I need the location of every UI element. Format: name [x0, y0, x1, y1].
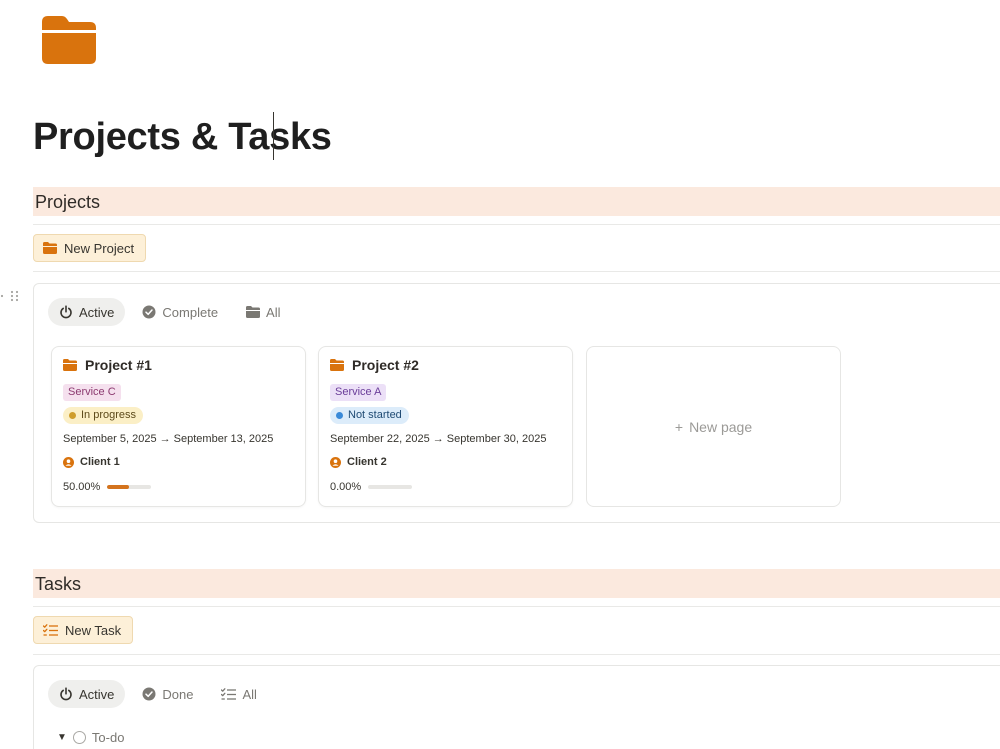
client-icon	[63, 456, 74, 468]
progress-label: 50.00%	[63, 481, 101, 493]
status-circle-icon	[72, 731, 86, 744]
tab-active[interactable]: Active	[48, 298, 126, 326]
card-title: Project #2	[330, 357, 419, 373]
checklist-icon	[221, 687, 237, 700]
service-tag: Service A	[330, 384, 387, 401]
client-relation: Client 1	[63, 456, 120, 468]
new-page-card[interactable]: + New page	[586, 346, 841, 507]
tab-label: All	[266, 304, 281, 320]
check-circle-icon	[142, 687, 156, 701]
power-icon	[60, 305, 72, 319]
drag-handle-icon[interactable]	[0, 288, 22, 304]
divider	[33, 606, 1000, 607]
tab-done[interactable]: Done	[131, 680, 204, 708]
client-name: Client 1	[80, 456, 120, 468]
tab-complete[interactable]: Complete	[131, 298, 229, 326]
status-badge: Not started	[330, 407, 409, 424]
card-title: Project #1	[63, 357, 152, 373]
progress: 50.00%	[63, 481, 152, 493]
page-title[interactable]: Projects & Tasks	[33, 116, 332, 159]
client-icon	[330, 456, 341, 468]
card-title-text: Project #1	[85, 357, 152, 373]
project-card[interactable]: Project #1 Service C In progress Septemb…	[51, 346, 306, 507]
tab-label: All	[242, 686, 257, 702]
new-project-label: New Project	[64, 240, 135, 256]
plus-icon: +	[674, 418, 684, 435]
projects-database: Active Complete All Project #1 Service C…	[33, 283, 1000, 523]
project-card[interactable]: Project #2 Service A Not started Septemb…	[318, 346, 573, 507]
folder-icon	[63, 359, 77, 371]
tab-active[interactable]: Active	[48, 680, 126, 708]
date-range: September 22, 2025 → September 30, 2025	[330, 433, 547, 445]
projects-heading: Projects	[35, 192, 101, 212]
client-relation: Client 2	[330, 456, 387, 468]
text-cursor	[273, 112, 274, 160]
tasks-section-header[interactable]: Tasks	[33, 569, 1000, 598]
power-icon	[60, 687, 72, 701]
tab-label: Done	[162, 686, 194, 702]
progress: 0.00%	[330, 481, 413, 493]
projects-section-header[interactable]: Projects	[33, 187, 1000, 216]
progress-bar-fill	[107, 485, 130, 489]
progress-bar	[368, 485, 413, 489]
tab-all[interactable]: All	[210, 680, 267, 708]
tab-label: Active	[79, 686, 115, 702]
status-text: In progress	[81, 409, 137, 421]
new-page-label: New page	[689, 418, 753, 435]
status-badge: In progress	[63, 407, 144, 424]
status-text: Not started	[348, 409, 402, 421]
tasks-heading: Tasks	[35, 574, 82, 594]
toggle-triangle-icon[interactable]: ▼	[57, 732, 67, 743]
card-title-text: Project #2	[352, 357, 419, 373]
service-tag: Service C	[63, 384, 121, 401]
checklist-icon	[43, 623, 58, 636]
group-label: To-do	[91, 730, 125, 745]
status-dot	[69, 412, 76, 419]
divider	[33, 654, 1000, 655]
tasks-database: Active Done All ▼ To-do	[33, 665, 1000, 749]
divider	[33, 271, 1000, 272]
new-task-label: New Task	[65, 622, 122, 638]
client-name: Client 2	[347, 456, 387, 468]
folder-icon	[43, 242, 57, 254]
new-project-button[interactable]: New Project	[33, 234, 147, 262]
tasks-view-tabs: Active Done All	[48, 680, 268, 708]
tab-all[interactable]: All	[235, 298, 291, 326]
tab-label: Complete	[162, 304, 219, 320]
folder-icon	[330, 359, 344, 371]
group-todo[interactable]: ▼ To-do	[57, 730, 124, 745]
tab-label: Active	[79, 304, 115, 320]
folder-icon	[42, 16, 96, 64]
projects-view-tabs: Active Complete All	[48, 298, 292, 326]
new-task-button[interactable]: New Task	[33, 616, 134, 644]
progress-bar	[107, 485, 152, 489]
divider	[33, 224, 1000, 225]
date-range: September 5, 2025 → September 13, 2025	[63, 433, 274, 445]
progress-label: 0.00%	[330, 481, 362, 493]
folder-icon	[246, 306, 261, 318]
check-circle-icon	[142, 305, 156, 319]
status-dot	[336, 412, 343, 419]
